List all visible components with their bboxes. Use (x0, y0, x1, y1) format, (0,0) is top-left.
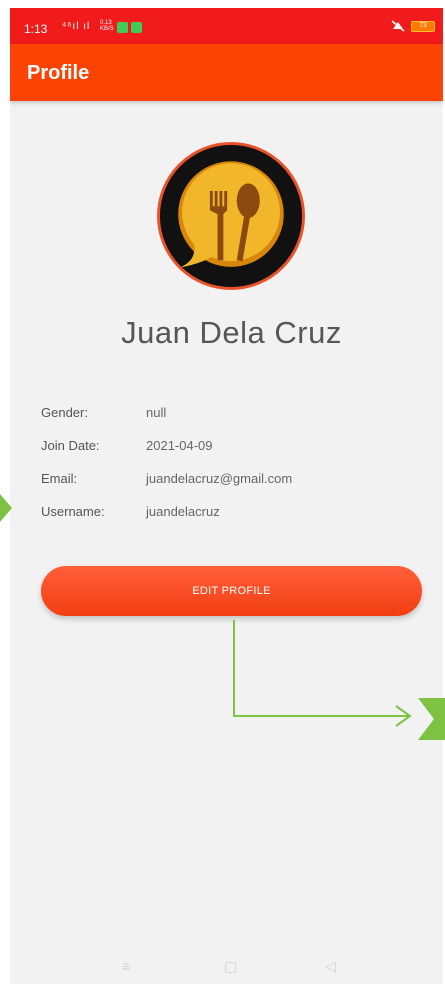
edit-profile-button[interactable]: EDIT PROFILE (41, 566, 422, 616)
home-icon[interactable]: ▢ (224, 958, 237, 975)
status-bar: 1:13 ⁴⁶ıl ıl 0.13 KB/S 73 (10, 8, 443, 44)
username-label: Username: (41, 504, 105, 519)
profile-name: Juan Dela Cruz (121, 315, 342, 350)
mute-icon (391, 20, 405, 32)
phone-screen: 1:13 ⁴⁶ıl ıl 0.13 KB/S 73 Profile Juan D… (10, 8, 443, 984)
system-nav-bar: ≡ ▢ ◁ (10, 956, 443, 980)
app-bar: Profile (10, 44, 443, 101)
network-speed-unit: KB/S (100, 26, 114, 32)
avatar (157, 142, 305, 290)
join-date-value: 2021-04-09 (146, 438, 213, 453)
restaurant-logo-icon (160, 145, 302, 287)
status-time: 1:13 (24, 22, 48, 36)
email-label: Email: (41, 471, 78, 486)
page-title: Profile (27, 62, 90, 84)
menu-icon[interactable]: ≡ (122, 958, 130, 974)
notification-icon (117, 22, 128, 33)
status-right: 73 (391, 20, 435, 32)
network-speed: 0.13 KB/S (100, 20, 114, 32)
back-icon[interactable]: ◁ (325, 958, 336, 975)
username-value: juandelacruz (146, 504, 220, 519)
notification-icon (131, 22, 142, 33)
gender-label: Gender: (41, 405, 88, 420)
signal-icon: ⁴⁶ıl ıl (62, 21, 91, 32)
email-value: juandelacruz@gmail.com (146, 471, 293, 486)
join-date-label: Join Date: (41, 438, 100, 453)
gender-value: null (146, 405, 167, 420)
battery-icon: 73 (411, 20, 435, 32)
